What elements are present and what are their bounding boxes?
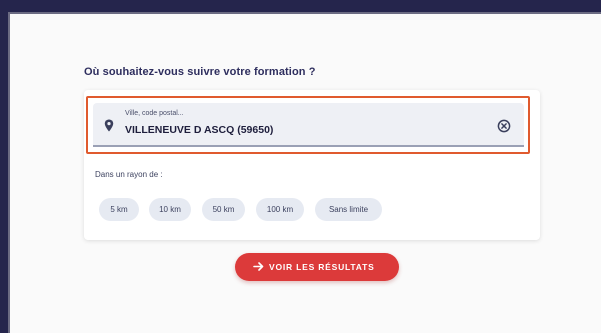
see-results-button[interactable]: VOIR LES RÉSULTATS xyxy=(235,253,399,281)
location-question: Où souhaitez-vous suivre votre formation… xyxy=(84,66,316,78)
see-results-label: VOIR LES RÉSULTATS xyxy=(269,262,375,272)
radius-label: Dans un rayon de : xyxy=(95,170,163,179)
radius-option-10km[interactable]: 10 km xyxy=(149,198,191,221)
radius-option-no-limit[interactable]: Sans limite xyxy=(315,198,382,221)
radius-option-50km[interactable]: 50 km xyxy=(202,198,245,221)
screen-frame: Où souhaitez-vous suivre votre formation… xyxy=(0,0,601,333)
radius-option-100km[interactable]: 100 km xyxy=(256,198,304,221)
arrow-right-icon xyxy=(253,261,264,272)
location-highlight-box xyxy=(86,96,530,154)
radius-option-5km[interactable]: 5 km xyxy=(99,198,139,221)
